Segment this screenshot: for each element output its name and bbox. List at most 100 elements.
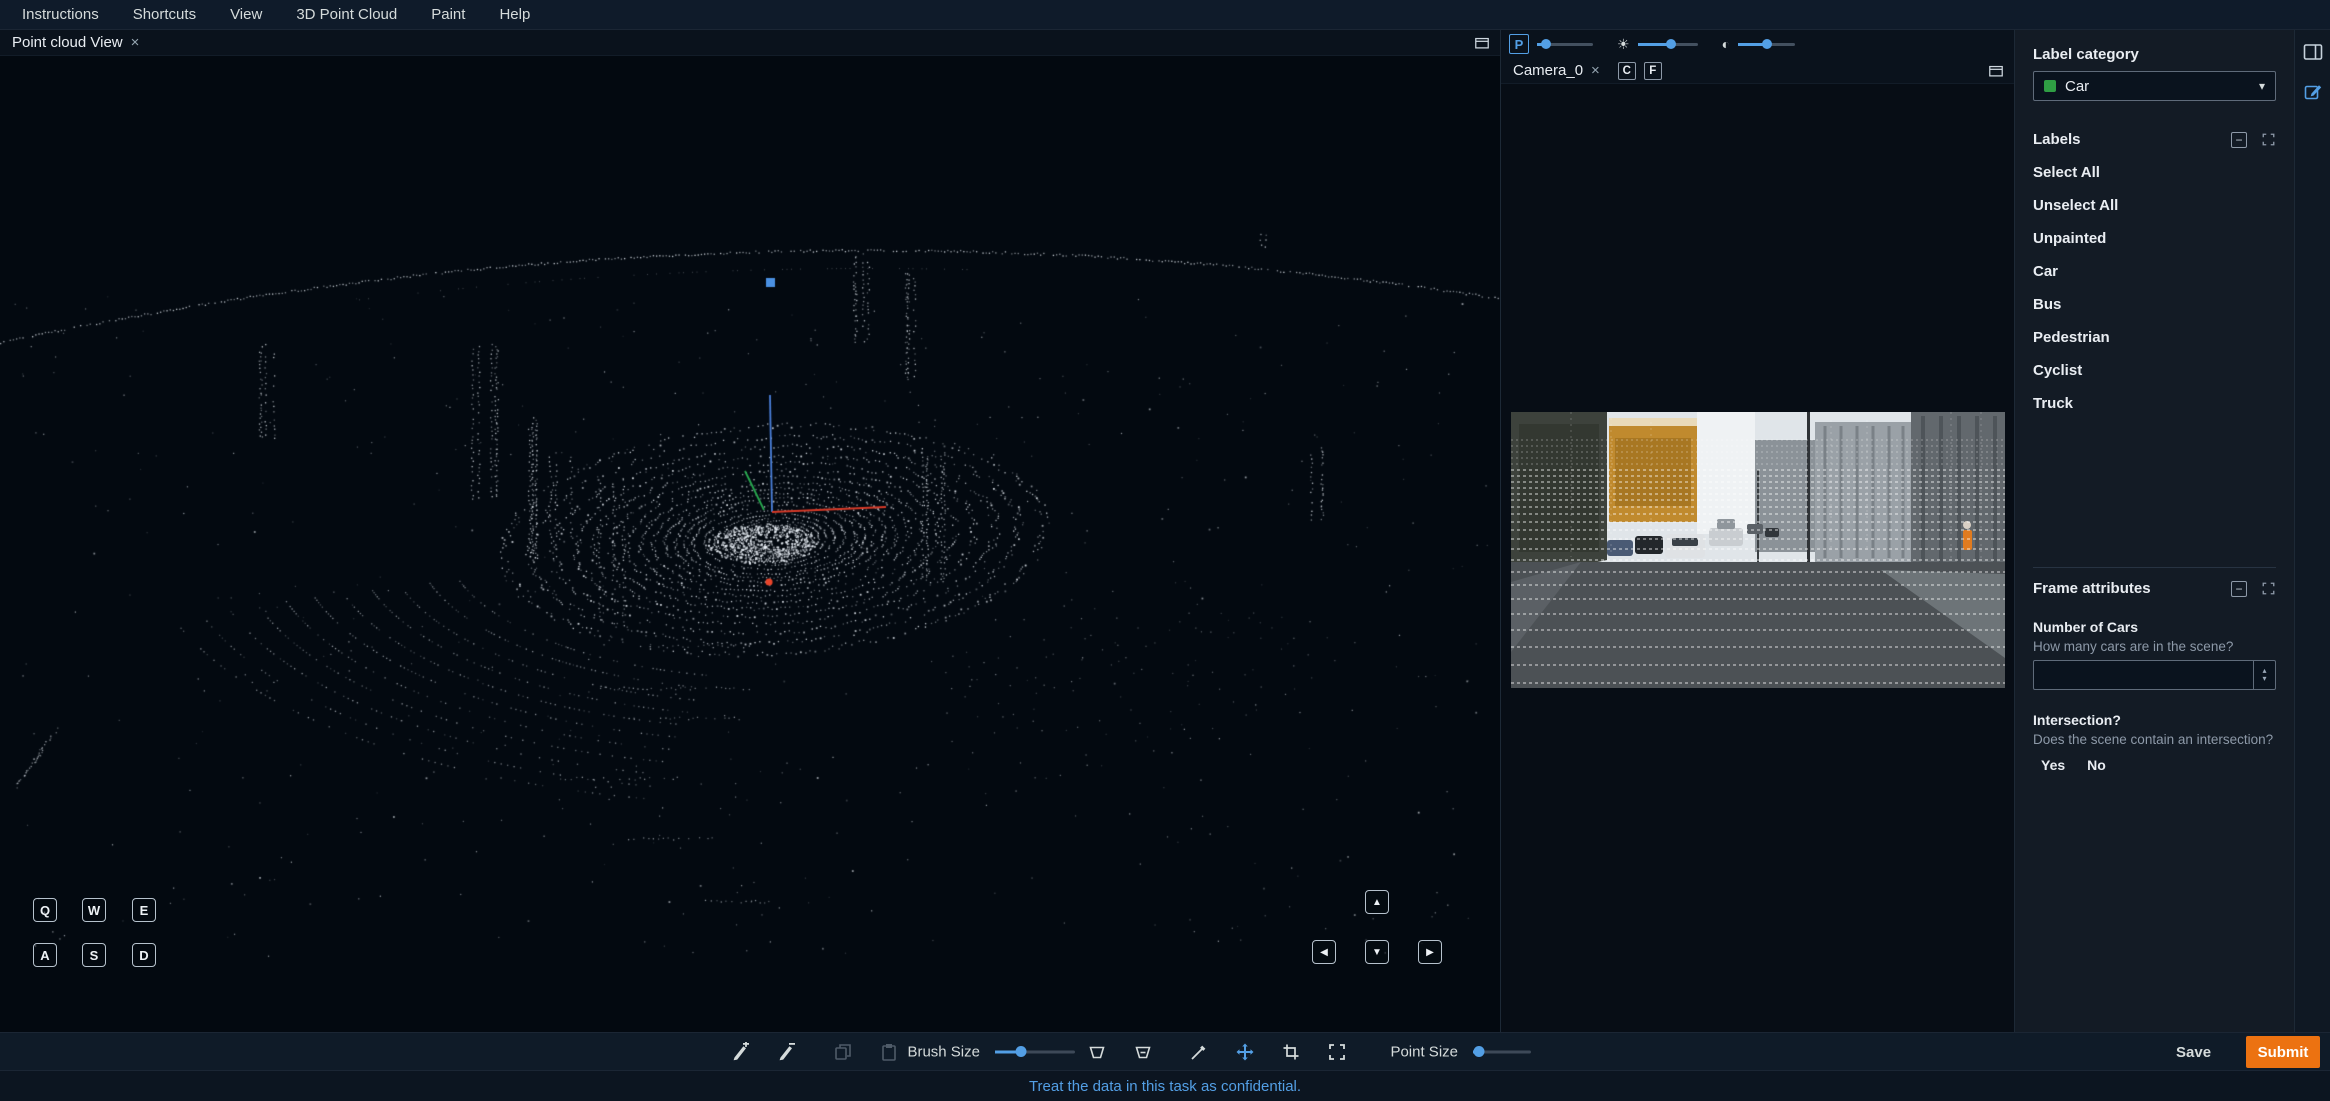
camera-view-toolbar: P ☀ ◐ <box>1501 30 2014 58</box>
brightness-slider[interactable] <box>1637 39 1698 49</box>
move-tool-icon[interactable] <box>1235 1042 1255 1062</box>
projection-toggle[interactable]: P <box>1509 34 1529 54</box>
projection-opacity-slider[interactable] <box>1537 39 1593 49</box>
camera-f-button[interactable]: F <box>1643 61 1662 80</box>
copy-icon[interactable] <box>833 1042 853 1062</box>
brush-size-slider[interactable] <box>995 1046 1075 1057</box>
contrast-slider[interactable] <box>1738 39 1796 49</box>
panel-layout-icon[interactable] <box>2302 42 2324 62</box>
collapse-icon[interactable]: − <box>2231 580 2247 597</box>
camera-body <box>1501 84 2015 1032</box>
number-of-cars-field: ▴ ▾ <box>2033 660 2276 690</box>
popout-icon[interactable] <box>1988 64 2004 78</box>
camera-panel: P ☀ ◐ Camera_0 × C F <box>1500 30 2015 1032</box>
label-category-title: Label category <box>2033 46 2139 63</box>
chevron-down-icon: ▾ <box>2258 79 2265 93</box>
label-item-bus[interactable]: Bus <box>2033 296 2276 314</box>
label-item-truck[interactable]: Truck <box>2033 395 2276 413</box>
save-button[interactable]: Save <box>2160 1036 2227 1068</box>
key-q[interactable]: Q <box>33 898 57 922</box>
key-d[interactable]: D <box>132 943 156 967</box>
label-item-unpainted[interactable]: Unpainted <box>2033 230 2276 248</box>
tab-camera-0[interactable]: Camera_0 × <box>1501 58 1612 83</box>
label-item-pedestrian[interactable]: Pedestrian <box>2033 329 2276 347</box>
popout-icon[interactable] <box>1474 36 1490 50</box>
number-of-cars-input[interactable] <box>2034 661 2253 689</box>
unpaint-brush-icon[interactable] <box>776 1042 796 1062</box>
expand-icon[interactable] <box>2261 132 2276 147</box>
point-cloud-panel: Point cloud View × Q W E A S D ▲ ◀ ▼ ▶ <box>0 30 1500 1032</box>
point-cloud-canvas[interactable] <box>0 56 1500 1032</box>
number-of-cars-question: How many cars are in the scene? <box>2033 639 2234 654</box>
label-item-cyclist[interactable]: Cyclist <box>2033 362 2276 380</box>
edge-strip <box>2294 30 2330 1032</box>
label-category-value: Car <box>2065 77 2090 95</box>
paste-icon[interactable] <box>879 1042 899 1062</box>
contrast-icon: ◐ <box>1721 36 1731 52</box>
key-s[interactable]: S <box>82 943 106 967</box>
label-category-dropdown[interactable]: Car ▾ <box>2033 71 2276 101</box>
menu-help[interactable]: Help <box>499 6 530 23</box>
collapse-icon[interactable]: − <box>2231 131 2247 148</box>
labels-title: Labels <box>2033 131 2081 148</box>
intersection-question: Does the scene contain an intersection? <box>2033 732 2274 747</box>
nav-down-button[interactable]: ▼ <box>1365 940 1389 964</box>
edit-tool-icon[interactable] <box>2303 82 2323 102</box>
close-icon[interactable]: × <box>1591 63 1600 78</box>
nav-right-button[interactable]: ▶ <box>1418 940 1442 964</box>
label-item-unselect-all[interactable]: Unselect All <box>2033 197 2276 215</box>
polygon-paint-icon[interactable] <box>1087 1042 1107 1062</box>
bottom-toolbar: Brush Size Point Size Save Submit <box>0 1032 2330 1070</box>
tab-point-cloud-view[interactable]: Point cloud View × <box>0 30 151 55</box>
key-w[interactable]: W <box>82 898 106 922</box>
intersection-options: Yes No <box>2033 757 2276 773</box>
camera-image[interactable] <box>1511 412 2005 688</box>
menu-3d-point-cloud[interactable]: 3D Point Cloud <box>296 6 397 23</box>
brightness-icon: ☀ <box>1617 36 1630 52</box>
app-root: Instructions Shortcuts View 3D Point Clo… <box>0 0 2330 1101</box>
stepper-down-icon[interactable]: ▾ <box>2262 675 2266 683</box>
point-size-label: Point Size <box>1390 1043 1458 1060</box>
number-stepper[interactable]: ▴ ▾ <box>2253 661 2275 689</box>
key-e[interactable]: E <box>132 898 156 922</box>
menu-paint[interactable]: Paint <box>431 6 465 23</box>
menu-bar: Instructions Shortcuts View 3D Point Clo… <box>0 0 2330 30</box>
frame-attributes-title: Frame attributes <box>2033 580 2151 597</box>
label-color-swatch <box>2044 80 2056 92</box>
nav-left-button[interactable]: ◀ <box>1312 940 1336 964</box>
no-button[interactable]: No <box>2087 757 2106 773</box>
intersection-label: Intersection? <box>2033 712 2121 728</box>
menu-shortcuts[interactable]: Shortcuts <box>133 6 196 23</box>
point-size-slider[interactable] <box>1473 1046 1531 1057</box>
number-of-cars-label: Number of Cars <box>2033 619 2139 635</box>
footer-bar: Treat the data in this task as confident… <box>0 1070 2330 1101</box>
labels-panel-header: Labels − <box>2033 131 2276 148</box>
polygon-unpaint-icon[interactable] <box>1133 1042 1153 1062</box>
menu-view[interactable]: View <box>230 6 262 23</box>
tab-title: Camera_0 <box>1513 62 1584 79</box>
menu-instructions[interactable]: Instructions <box>22 6 99 23</box>
confidential-note: Treat the data in this task as confident… <box>1028 1077 1302 1095</box>
labels-list: Select All Unselect All Unpainted Car Bu… <box>2033 164 2276 413</box>
camera-header: Camera_0 × C F <box>1501 58 2014 84</box>
paint-line-icon[interactable] <box>1189 1042 1209 1062</box>
paint-brush-icon[interactable] <box>730 1041 750 1062</box>
key-a[interactable]: A <box>33 943 57 967</box>
point-cloud-canvas-area: Q W E A S D ▲ ◀ ▼ ▶ <box>0 56 1500 1032</box>
expand-icon[interactable] <box>2261 581 2276 596</box>
brush-size-label: Brush Size <box>907 1043 980 1060</box>
frame-attributes-header: Frame attributes − <box>2033 580 2276 597</box>
nav-up-button[interactable]: ▲ <box>1365 890 1389 914</box>
label-item-select-all[interactable]: Select All <box>2033 164 2276 182</box>
fullscreen-icon[interactable] <box>1327 1042 1347 1062</box>
camera-c-button[interactable]: C <box>1617 61 1636 80</box>
close-icon[interactable]: × <box>131 35 140 50</box>
point-cloud-header: Point cloud View × <box>0 30 1500 56</box>
right-sidebar: Label category Car ▾ Labels − Select All… <box>2014 30 2294 1032</box>
label-item-car[interactable]: Car <box>2033 263 2276 281</box>
submit-button[interactable]: Submit <box>2246 1036 2320 1068</box>
yes-button[interactable]: Yes <box>2041 757 2065 773</box>
tab-title: Point cloud View <box>12 34 123 51</box>
crop-fit-icon[interactable] <box>1281 1042 1301 1062</box>
frame-attributes-section: Frame attributes − Number of Cars How ma… <box>2033 567 2276 773</box>
